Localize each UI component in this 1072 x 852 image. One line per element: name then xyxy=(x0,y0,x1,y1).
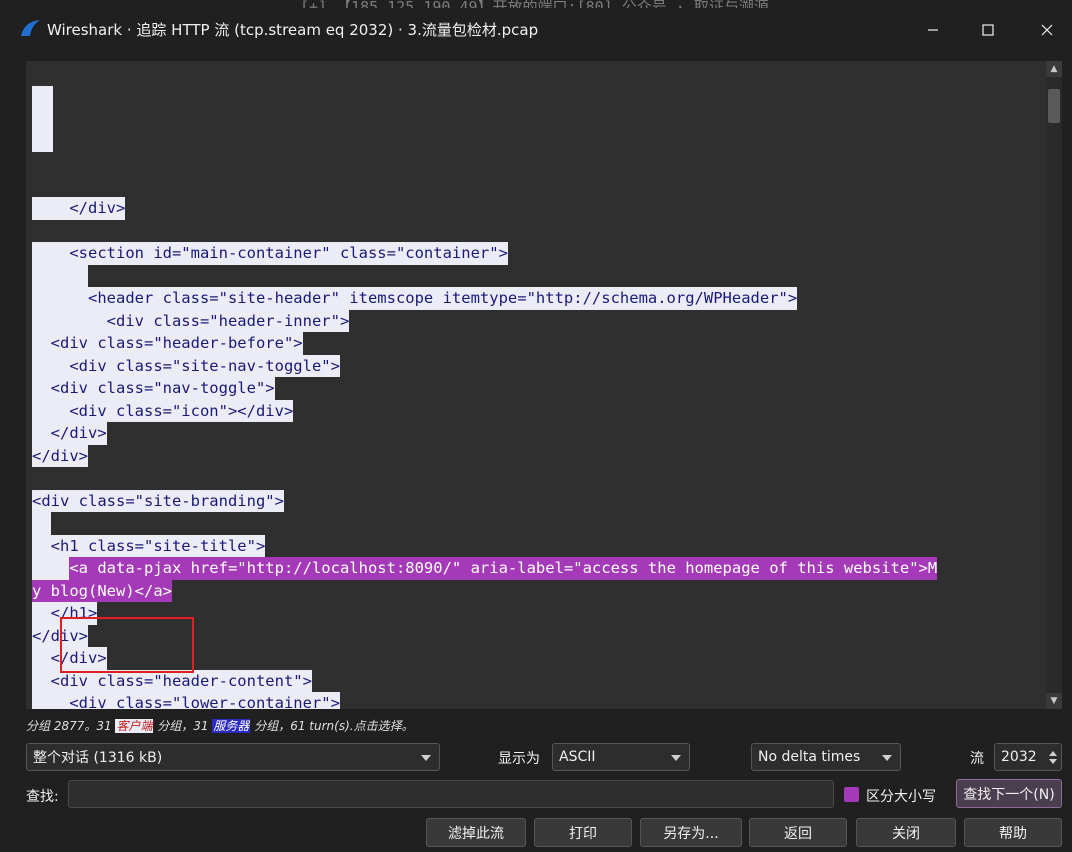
stream-number-value: 2032 xyxy=(1001,749,1037,765)
server-segment: <section id="main-container" class="cont… xyxy=(32,242,508,265)
client-segment: y blog(New)</a> xyxy=(32,579,172,602)
server-segment: </h1> xyxy=(32,602,98,625)
stream-line: <div class="header-before"> xyxy=(32,332,937,355)
server-segment: </div> xyxy=(32,647,107,670)
server-segment xyxy=(32,512,51,535)
server-segment: <header class="site-header" itemscope it… xyxy=(32,287,798,310)
stream-line: </div> xyxy=(32,647,937,670)
server-segment: </div> xyxy=(32,197,126,220)
scroll-down-icon[interactable]: ▼ xyxy=(1046,693,1062,709)
maximize-icon[interactable] xyxy=(965,14,1011,46)
find-label: 查找: xyxy=(26,789,59,805)
server-blank-block xyxy=(32,86,53,152)
help-label: 帮助 xyxy=(999,825,1027,842)
stream-line: <div class="site-nav-toggle"> xyxy=(32,354,937,377)
stream-label: 流 xyxy=(970,751,984,767)
scroll-up-icon[interactable]: ▲ xyxy=(1046,61,1062,77)
print-label: 打印 xyxy=(569,825,597,842)
stream-line: <div class="nav-toggle"> xyxy=(32,377,937,400)
close-button[interactable]: 关闭 xyxy=(856,818,956,847)
server-segment: </div> xyxy=(32,624,88,647)
spin-up-icon[interactable] xyxy=(1049,751,1057,756)
server-segment xyxy=(32,264,88,287)
stream-text-pane[interactable]: </div> <section id="main-container" clas… xyxy=(26,61,1046,709)
stream-number-spinbox[interactable]: 2032 xyxy=(994,743,1062,771)
server-segment: <div class="lower-container"> xyxy=(32,692,340,709)
close-label: 关闭 xyxy=(892,825,920,842)
stream-line: </div> xyxy=(32,422,937,445)
chevron-down-icon xyxy=(421,755,431,761)
filter-out-label: 滤掉此流 xyxy=(448,825,504,842)
server-tag: 服务器 xyxy=(212,719,251,733)
stream-line: </h1> xyxy=(32,602,937,625)
find-next-button[interactable]: 查找下一个(N) xyxy=(956,779,1062,808)
close-icon[interactable] xyxy=(1024,14,1070,46)
check-icon xyxy=(844,787,859,802)
server-segment: <div class="nav-toggle"> xyxy=(32,377,275,400)
case-sensitive-label: 区分大小写 xyxy=(866,789,936,805)
find-input[interactable] xyxy=(68,780,834,808)
stream-line: y blog(New)</a> xyxy=(32,579,937,602)
delta-times-select[interactable]: No delta times xyxy=(751,743,901,771)
server-segment: <div class="header-before"> xyxy=(32,332,303,355)
stream-line: </div> xyxy=(32,444,937,467)
stream-line: </div> xyxy=(32,197,937,220)
vertical-scrollbar[interactable]: ▲ ▼ xyxy=(1046,61,1062,709)
stream-line xyxy=(32,264,937,287)
server-segment: </div> xyxy=(32,444,88,467)
stream-line: <div class="header-content"> xyxy=(32,669,937,692)
show-as-select-value: ASCII xyxy=(559,749,596,765)
stream-line: <div class="site-branding"> xyxy=(32,489,937,512)
wireshark-fin-icon xyxy=(21,20,40,36)
client-segment: <a data-pjax href="http://localhost:8090… xyxy=(69,557,938,580)
stream-line: </div> xyxy=(32,624,937,647)
chevron-down-icon xyxy=(882,755,892,761)
stream-line: <div class="icon"></div> xyxy=(32,399,937,422)
print-button[interactable]: 打印 xyxy=(534,818,632,847)
status-suffix: 分组，61 turn(s).点击选择。 xyxy=(250,719,414,733)
spin-down-icon[interactable] xyxy=(1049,759,1057,764)
server-segment: <h1 class="site-title"> xyxy=(32,534,266,557)
status-prefix: 分组 2877。31 xyxy=(26,719,116,733)
save-as-label: 另存为... xyxy=(663,825,719,842)
show-as-label: 显示为 xyxy=(498,751,540,767)
delta-times-select-value: No delta times xyxy=(758,749,861,765)
server-segment: </div> xyxy=(32,422,107,445)
server-segment: <div class="icon"></div> xyxy=(32,399,294,422)
stream-line xyxy=(32,512,937,535)
stream-line xyxy=(32,220,937,243)
client-tag: 客户端 xyxy=(115,719,154,733)
stream-line: <div class="lower-container"> xyxy=(32,692,937,709)
back-button[interactable]: 返回 xyxy=(749,818,847,847)
server-segment: <div class="header-inner"> xyxy=(32,309,350,332)
server-segment: <div class="site-branding"> xyxy=(32,489,284,512)
back-label: 返回 xyxy=(784,825,812,842)
stream-status[interactable]: 分组 2877。31 客户端 分组，31 服务器 分组，61 turn(s).点… xyxy=(26,717,414,734)
conversation-select-value: 整个对话 (1316 kB) xyxy=(33,750,163,766)
stream-lines: </div> <section id="main-container" clas… xyxy=(32,197,938,709)
window-title: Wireshark · 追踪 HTTP 流 (tcp.stream eq 203… xyxy=(47,21,539,39)
case-sensitive-checkbox[interactable] xyxy=(844,787,859,802)
help-button[interactable]: 帮助 xyxy=(964,818,1062,847)
server-segment: <div class="header-content"> xyxy=(32,669,312,692)
title-bar: Wireshark · 追踪 HTTP 流 (tcp.stream eq 203… xyxy=(0,8,1072,50)
chevron-down-icon xyxy=(671,755,681,761)
save-as-button[interactable]: 另存为... xyxy=(640,818,742,847)
stream-line: <a data-pjax href="http://localhost:8090… xyxy=(32,557,938,580)
server-segment xyxy=(32,557,70,580)
find-next-label: 查找下一个(N) xyxy=(963,786,1055,803)
scroll-thumb[interactable] xyxy=(1048,89,1060,123)
status-middle: 分组，31 xyxy=(153,719,213,733)
stream-line: <h1 class="site-title"> xyxy=(32,534,937,557)
filter-out-stream-button[interactable]: 滤掉此流 xyxy=(426,818,526,847)
stream-line: <div class="header-inner"> xyxy=(32,309,937,332)
minimize-icon[interactable] xyxy=(910,14,956,46)
show-as-select[interactable]: ASCII xyxy=(552,743,690,771)
conversation-select[interactable]: 整个对话 (1316 kB) xyxy=(26,743,440,771)
stream-line: <header class="site-header" itemscope it… xyxy=(32,287,937,310)
stream-line xyxy=(32,467,937,490)
stream-line: <section id="main-container" class="cont… xyxy=(32,242,937,265)
server-segment: <div class="site-nav-toggle"> xyxy=(32,354,340,377)
